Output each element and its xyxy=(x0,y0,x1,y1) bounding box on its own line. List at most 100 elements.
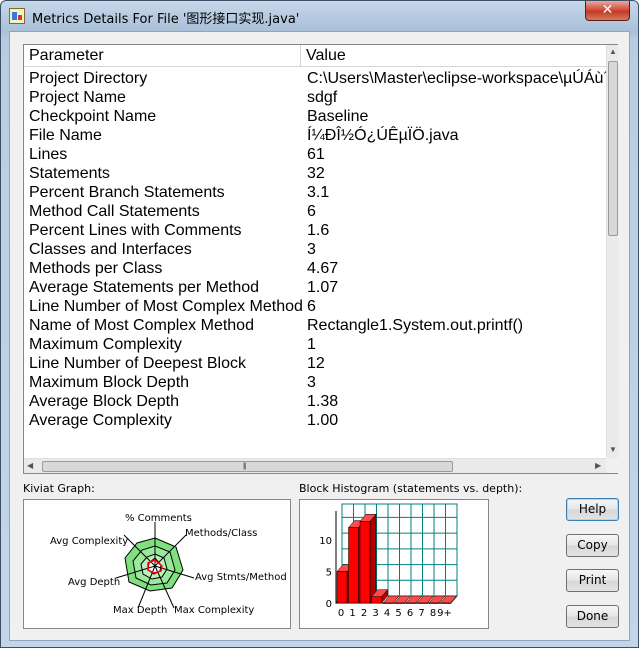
table-row[interactable]: Project Name sdgf xyxy=(24,88,606,107)
table-row[interactable]: Classes and Interfaces 3 xyxy=(24,240,606,259)
scroll-left-arrow-icon[interactable]: ◀ xyxy=(27,461,33,470)
table-row[interactable]: Maximum Complexity 1 xyxy=(24,335,606,354)
parameter-cell: Average Statements per Method xyxy=(29,279,260,296)
done-button[interactable]: Done xyxy=(566,605,619,628)
histogram-y-tick-label: 0 xyxy=(326,599,332,610)
table-row[interactable]: Statements 32 xyxy=(24,164,606,183)
parameter-cell: Project Name xyxy=(29,89,126,106)
histogram-x-tick-label: 9+ xyxy=(437,608,452,619)
table-row[interactable]: Percent Lines with Comments 1.6 xyxy=(24,221,606,240)
table-row[interactable]: Line Number of Most Complex Method 6 xyxy=(24,297,606,316)
histogram-x-tick-label: 6 xyxy=(407,608,413,619)
parameter-cell: Maximum Block Depth xyxy=(29,374,190,391)
dialog-client-area: Parameter Value Project Directory C:\User… xyxy=(9,31,630,641)
column-header-parameter[interactable]: Parameter xyxy=(24,45,301,67)
parameter-cell: Statements xyxy=(29,165,110,182)
histogram-x-tick-label: 4 xyxy=(384,608,390,619)
value-cell: 6 xyxy=(307,203,316,220)
value-cell: C:\Users\Master\eclipse-workspace\µÚÁù´Î xyxy=(307,70,606,87)
parameter-cell: Line Number of Deepest Block xyxy=(29,355,246,372)
parameter-cell: Name of Most Complex Method xyxy=(29,317,254,334)
table-row[interactable]: Lines 61 xyxy=(24,145,606,164)
table-row[interactable]: Average Complexity 1.00 xyxy=(24,411,606,430)
table-row[interactable]: Checkpoint Name Baseline xyxy=(24,107,606,126)
table-row[interactable]: Average Statements per Method 1.07 xyxy=(24,278,606,297)
kiviat-axis-label-max-complexity: Max Complexity xyxy=(174,605,254,616)
kiviat-axis-label-max-depth: Max Depth xyxy=(113,605,167,616)
table-row[interactable]: Average Block Depth 1.38 xyxy=(24,392,606,411)
horizontal-scrollbar[interactable]: ◀ ||| ▶ xyxy=(24,458,606,473)
histogram-x-tick-label: 0 xyxy=(338,608,344,619)
value-cell: 4.67 xyxy=(307,260,339,277)
scrollbar-corner xyxy=(606,458,618,473)
value-cell: 1 xyxy=(307,336,316,353)
value-cell: 3 xyxy=(307,241,316,258)
table-header: Parameter Value xyxy=(24,45,606,67)
table-row[interactable]: Maximum Block Depth 3 xyxy=(24,373,606,392)
window-title: Metrics Details For File '图形接口实现.java' xyxy=(32,12,300,27)
parameter-cell: Average Complexity xyxy=(29,412,172,429)
parameter-cell: Classes and Interfaces xyxy=(29,241,192,258)
kiviat-axis-label-avg-depth: Avg Depth xyxy=(68,577,120,588)
vertical-scroll-thumb[interactable] xyxy=(608,61,618,236)
metrics-details-window: Metrics Details For File '图形接口实现.java' ✕… xyxy=(0,0,639,648)
value-cell: 1.6 xyxy=(307,222,330,239)
table-row[interactable]: Line Number of Deepest Block 12 xyxy=(24,354,606,373)
histogram-x-tick-label: 3 xyxy=(372,608,378,619)
value-cell: 61 xyxy=(307,146,325,163)
print-button[interactable]: Print xyxy=(566,569,619,592)
parameter-cell: Checkpoint Name xyxy=(29,108,157,125)
help-button[interactable]: Help xyxy=(566,498,619,521)
table-row[interactable]: File Name Í¼ÐÎ½Ó¿ÚÊµÏÖ.java xyxy=(24,126,606,145)
scroll-up-arrow-icon[interactable]: ▲ xyxy=(609,47,617,56)
value-cell: Baseline xyxy=(307,108,369,125)
kiviat-graph: % Comments Methods/Class Avg Stmts/Metho… xyxy=(23,499,291,629)
horizontal-scroll-thumb[interactable]: ||| xyxy=(42,461,453,472)
value-cell: 32 xyxy=(307,165,325,182)
app-icon xyxy=(9,8,25,24)
scroll-grip-icon: ||| xyxy=(243,463,247,470)
value-cell: 12 xyxy=(307,355,325,372)
histogram-x-tick-label: 2 xyxy=(361,608,367,619)
parameter-cell: Method Call Statements xyxy=(29,203,200,220)
table-row[interactable]: Name of Most Complex Method Rectangle1.Sy… xyxy=(24,316,606,335)
kiviat-graph-label: Kiviat Graph: xyxy=(23,482,95,495)
table-body: Project Directory C:\Users\Master\eclipse… xyxy=(24,69,606,449)
table-row[interactable]: Percent Branch Statements 3.1 xyxy=(24,183,606,202)
histogram-svg: 05100 1 2 3 4 5 6 7 8 9+ xyxy=(319,503,459,619)
table-row[interactable]: Method Call Statements 6 xyxy=(24,202,606,221)
block-histogram-label: Block Histogram (statements vs. depth): xyxy=(299,482,523,495)
kiviat-axis-label-avg-stmts-method: Avg Stmts/Method xyxy=(195,572,287,583)
value-cell: 3.1 xyxy=(307,184,330,201)
histogram-y-tick-label: 10 xyxy=(319,536,332,547)
value-cell: Rectangle1.System.out.printf() xyxy=(307,317,524,334)
kiviat-axis-label-avg-complexity: Avg Complexity xyxy=(50,536,128,547)
title-bar[interactable]: Metrics Details For File '图形接口实现.java' ✕ xyxy=(1,1,638,31)
parameter-cell: Percent Branch Statements xyxy=(29,184,225,201)
histogram-x-tick-label: 7 xyxy=(418,608,424,619)
copy-button[interactable]: Copy xyxy=(566,534,619,557)
histogram-x-tick-label: 8 xyxy=(430,608,436,619)
block-histogram: 0 5 10 0 1 2 3 4 5 6 7 8 9+ xyxy=(299,499,489,629)
close-button[interactable]: ✕ xyxy=(585,1,630,21)
histogram-bar xyxy=(359,513,377,604)
parameter-cell: Line Number of Most Complex Method xyxy=(29,298,303,315)
table-row[interactable]: Project Directory C:\Users\Master\eclipse… xyxy=(24,69,606,88)
kiviat-axis-label-comments: % Comments xyxy=(125,513,192,524)
parameter-cell: File Name xyxy=(29,127,102,144)
table-row[interactable]: Methods per Class 4.67 xyxy=(24,259,606,278)
metrics-table: Parameter Value Project Directory C:\User… xyxy=(23,44,618,474)
vertical-scrollbar[interactable]: ▲ ▼ xyxy=(606,45,618,458)
scroll-down-arrow-icon[interactable]: ▼ xyxy=(609,445,617,454)
parameter-cell: Project Directory xyxy=(29,70,148,87)
value-cell: 1.07 xyxy=(307,279,339,296)
parameter-cell: Maximum Complexity xyxy=(29,336,182,353)
scroll-right-arrow-icon[interactable]: ▶ xyxy=(595,461,601,470)
column-header-value[interactable]: Value xyxy=(301,45,606,67)
histogram-x-tick-label: 1 xyxy=(349,608,355,619)
histogram-x-tick-label: 5 xyxy=(395,608,401,619)
value-cell: Í¼ÐÎ½Ó¿ÚÊµÏÖ.java xyxy=(307,127,459,144)
parameter-cell: Lines xyxy=(29,146,68,163)
kiviat-svg: % Comments Methods/Class Avg Stmts/Metho… xyxy=(50,513,287,616)
value-cell: sdgf xyxy=(307,89,338,106)
